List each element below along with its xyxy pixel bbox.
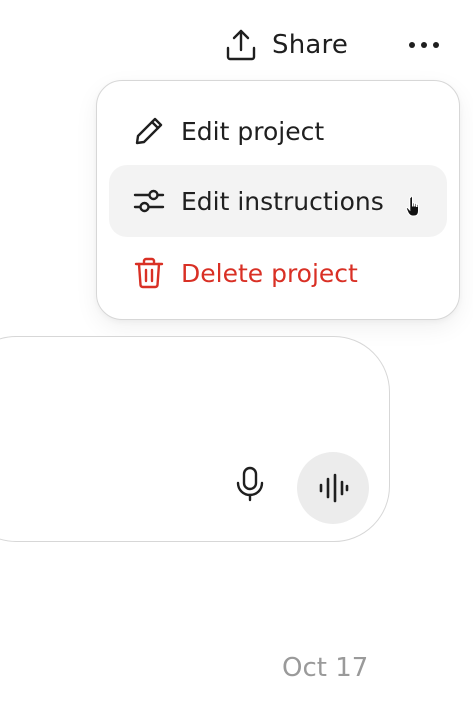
menu-item-delete-project[interactable]: Delete project [109,237,447,309]
menu-item-label: Edit instructions [181,186,384,216]
share-upload-icon [226,29,256,61]
menu-item-label: Delete project [181,258,358,288]
sliders-icon [133,189,165,213]
microphone-button[interactable] [230,462,270,506]
voice-mode-button[interactable] [297,452,369,524]
share-button[interactable]: Share [222,24,348,66]
more-horizontal-icon [409,42,439,48]
voice-waveform-icon [319,473,349,503]
menu-item-label: Edit project [181,116,325,146]
pencil-icon [135,117,163,145]
trash-icon [134,257,164,289]
microphone-icon [236,466,264,502]
page: Share Edit project Edit instructions Del… [0,0,473,726]
hand-pointer-cursor-icon [405,195,419,217]
more-options-button[interactable] [402,28,446,62]
menu-item-edit-instructions[interactable]: Edit instructions [109,165,447,237]
share-label: Share [272,30,349,60]
conversation-date: Oct 17 [282,653,369,683]
menu-item-edit-project[interactable]: Edit project [109,95,447,167]
